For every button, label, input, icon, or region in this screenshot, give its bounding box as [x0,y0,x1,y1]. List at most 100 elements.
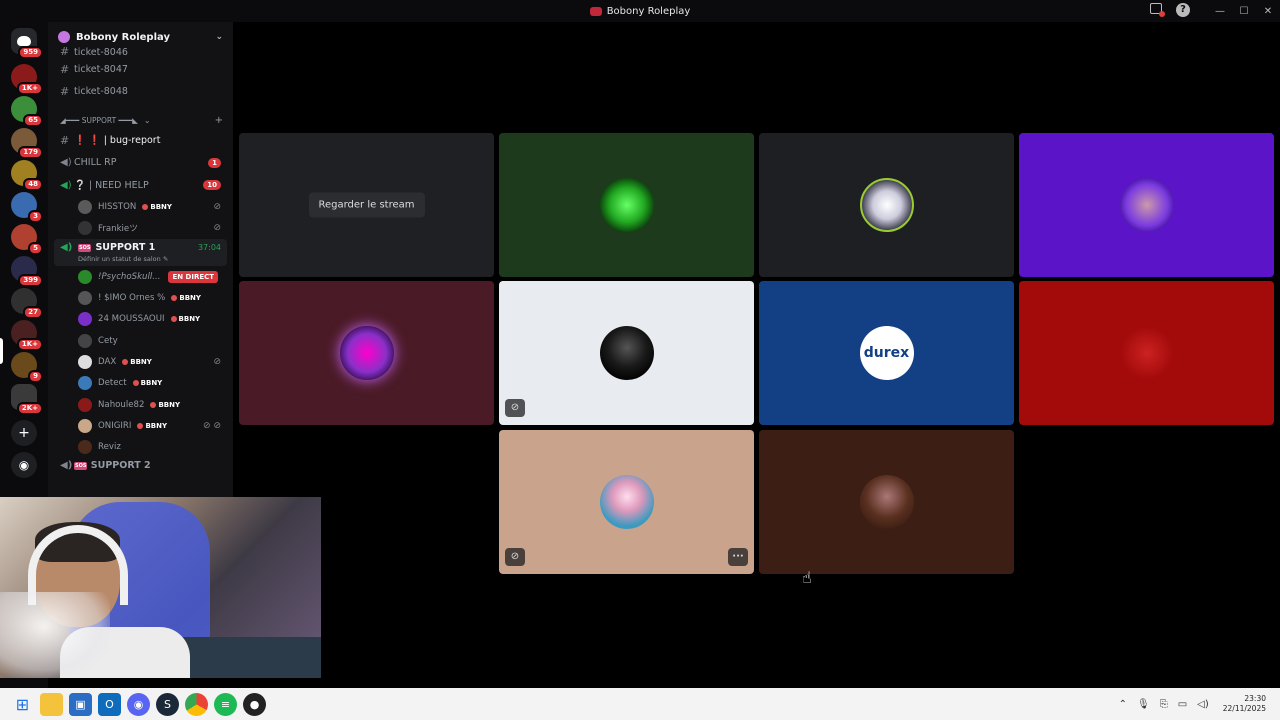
close-button[interactable]: ✕ [1256,6,1280,17]
title-bar: Bobony Roleplay ? — ☐ ✕ [0,0,1280,22]
hash-icon: # [60,133,70,147]
server-icon[interactable]: 9 [11,352,43,383]
server-badge: 27 [23,306,43,319]
server-icon[interactable]: 1K+ [11,64,43,95]
server-icon[interactable]: 65 [11,96,43,127]
pencil-icon[interactable]: ✎ [163,255,168,263]
server-badge: 179 [18,146,43,159]
participant-tile[interactable] [499,133,754,277]
participant-tile[interactable] [759,133,1014,277]
participant-tile[interactable] [1019,133,1274,277]
server-icon[interactable]: 5 [11,224,43,255]
deafened-icon: ⊘ [505,548,525,566]
voice-channel-need-help[interactable]: ◀) ❔ | NEED HELP 10 [48,174,233,197]
microphone-icon[interactable]: 🎙 [1137,699,1150,710]
discover-icon[interactable]: ◉ [11,452,37,478]
server-icon [58,31,70,43]
avatar [78,221,92,236]
app-logo-icon [589,6,602,16]
channel-ticket[interactable]: # ticket-8046 [48,46,233,58]
server-icon[interactable]: 399 [11,256,43,287]
voice-channel-support-1[interactable]: ◀) SOS SUPPORT 1 37:04 Définir un statut… [54,239,227,267]
maximize-button[interactable]: ☐ [1232,6,1256,17]
voice-user[interactable]: Nahoule82 BBNY [48,394,233,415]
store-icon[interactable]: ▣ [69,692,92,716]
channel-ticket[interactable]: # ticket-8048 [48,81,233,104]
usb-icon[interactable]: ⎘ [1160,699,1168,710]
participant-tile[interactable] [759,430,1014,574]
clock-time: 23:30 [1244,694,1266,703]
avatar [78,418,92,433]
voice-user[interactable]: 24 MOUSSAOUI BBNY [48,309,233,330]
server-icon[interactable]: 3 [11,192,43,223]
spotify-icon[interactable]: ≡ [214,692,237,716]
speaker-icon: ◀) [60,179,72,191]
server-icon[interactable]: 1K+ [11,320,43,351]
more-options-icon[interactable]: ··· [728,548,748,566]
mic-muted-icon: ⊘ [213,202,221,213]
voice-user[interactable]: ! $IMO Ornes % BBNY [48,287,233,308]
participant-tile[interactable]: durex [759,281,1014,425]
user-name: Frankieツ [98,224,138,235]
voice-user[interactable]: ONIGIRI BBNY ⊘ ⊘ [48,415,233,436]
participant-tile[interactable] [1019,281,1274,425]
minimize-button[interactable]: — [1208,6,1232,17]
channel-bug-report[interactable]: # ❗ ❗ | bug-report [48,129,233,152]
chevron-down-icon: ⌄ [215,32,223,42]
network-icon[interactable]: ▭ [1178,699,1187,710]
home-button[interactable]: 959 [11,28,43,59]
avatar [78,312,92,327]
channel-ticket[interactable]: # ticket-8047 [48,58,233,81]
steam-icon[interactable]: S [156,692,179,716]
category-support[interactable]: ◢━━━ SUPPORT ━━━◣ ⌄ + [48,111,233,129]
window-title: Bobony Roleplay [589,6,690,17]
server-icon[interactable]: 179 [11,128,43,159]
server-badge: 2K+ [16,402,43,415]
user-name: Nahoule82 [98,399,145,410]
watch-stream-button[interactable]: Regarder le stream [308,192,425,218]
voice-channel-chill[interactable]: ◀) CHILL RP 1 [48,152,233,175]
chrome-icon[interactable] [185,692,208,716]
add-server-icon[interactable]: + [11,420,37,446]
voice-user[interactable]: Reviz [48,436,233,457]
voice-user[interactable]: Detect BBNY [48,373,233,394]
inbox-icon[interactable] [1150,3,1165,17]
voice-user[interactable]: HISSTON BBNY ⊘ [48,197,233,218]
participant-avatar [1119,326,1174,380]
participant-tile[interactable]: ⊘ [499,281,754,425]
clock[interactable]: 23:30 22/11/2025 [1223,694,1266,714]
chevron-up-icon[interactable]: ⌃ [1119,699,1127,710]
voice-user[interactable]: DAX BBNY ⊘ [48,351,233,372]
user-tag: BBNY [142,203,172,211]
stream-tile[interactable]: Regarder le stream [239,133,494,277]
user-name: HISSTON [98,202,137,213]
voice-user[interactable]: !PsychoSkull... EN DIRECT [48,266,233,287]
user-name: ! $IMO Ornes % [98,293,166,304]
add-channel-icon[interactable]: + [215,115,223,126]
server-icon[interactable]: 27 [11,288,43,319]
server-icon[interactable]: 48 [11,160,43,191]
user-tag: BBNY [171,315,201,323]
user-tag: BBNY [171,294,201,302]
outlook-icon[interactable]: O [98,692,121,716]
voice-user[interactable]: Cety [48,330,233,351]
help-icon[interactable]: ? [1176,3,1190,17]
volume-icon[interactable]: ◁) [1197,699,1209,710]
windows-start-icon[interactable]: ⊞ [11,693,34,716]
channel-status[interactable]: Définir un statut de salon [78,255,161,263]
hash-icon: # [60,62,70,76]
avatar [78,200,92,215]
file-explorer-icon[interactable] [40,692,63,716]
voice-user[interactable]: Frankieツ ⊘ [48,218,233,239]
participant-tile[interactable] [239,281,494,425]
discord-taskbar-icon[interactable]: ◉ [127,692,150,716]
active-server-indicator [0,338,3,364]
hash-icon: # [60,85,70,99]
mouse-cursor-icon: ☝ [802,568,812,587]
user-tag: BBNY [122,358,152,366]
webcam-overlay [0,497,321,678]
server-folder[interactable]: 2K+ [11,384,43,415]
voice-channel-support-2[interactable]: ◀) SOS SUPPORT 2 [48,458,233,474]
obs-icon[interactable]: ● [243,692,266,716]
participant-tile[interactable]: ⊘ ··· [499,430,754,574]
